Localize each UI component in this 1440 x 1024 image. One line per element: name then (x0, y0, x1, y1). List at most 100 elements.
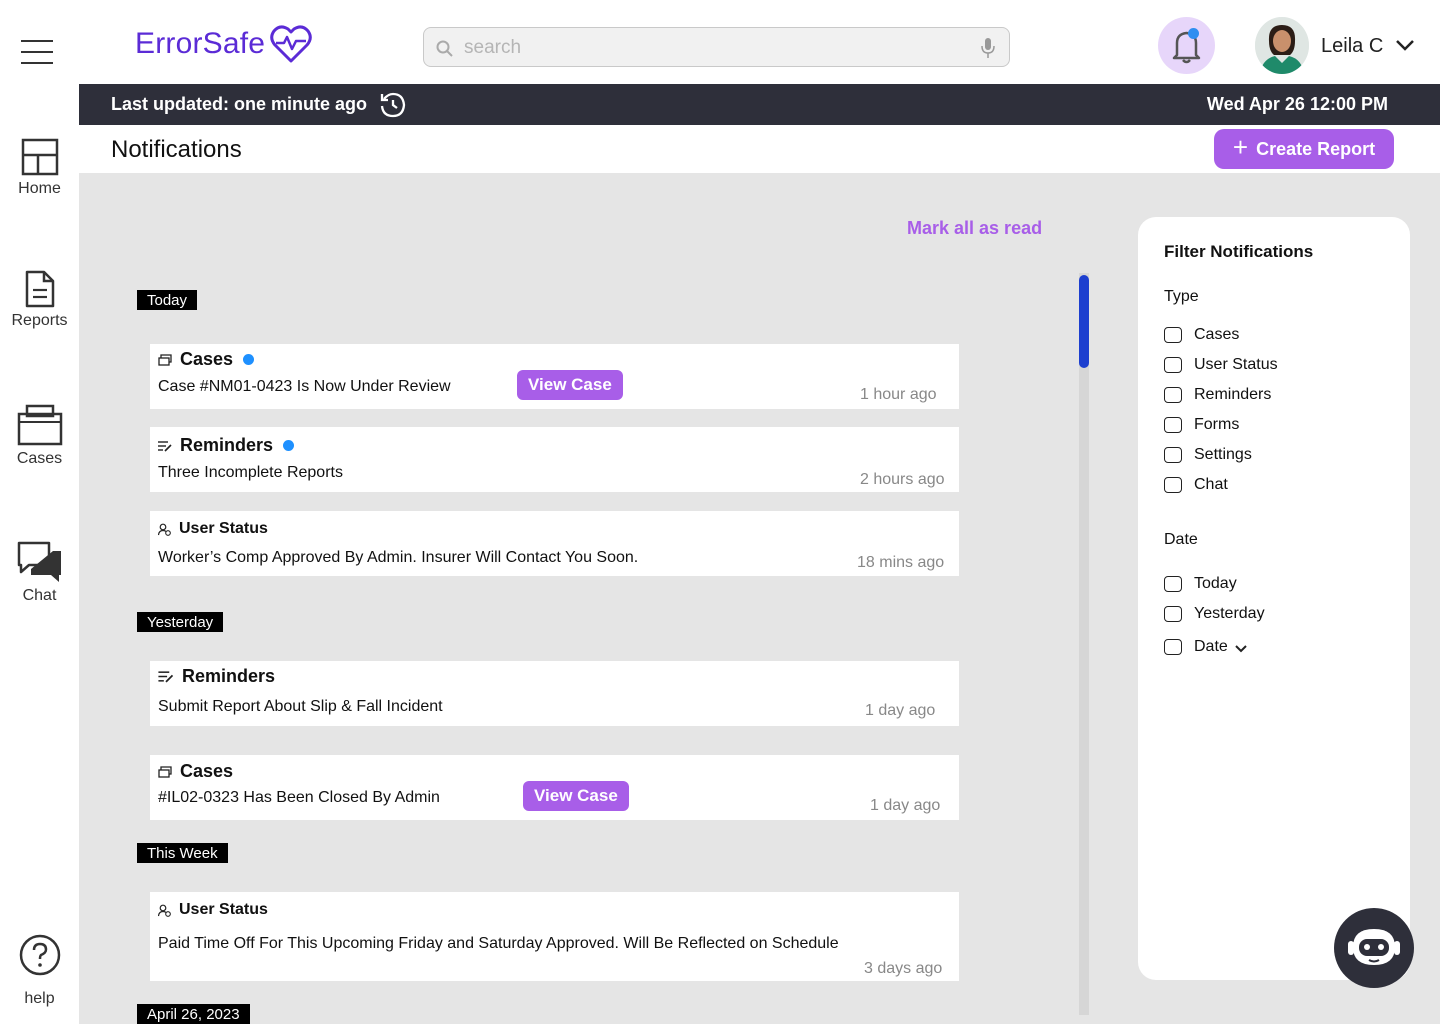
card-type: Reminders (182, 666, 276, 686)
card-type: Cases (180, 349, 234, 369)
checkbox[interactable] (1164, 387, 1182, 403)
chevron-down-icon[interactable] (1234, 644, 1248, 654)
rail-item-chat[interactable]: Chat (0, 541, 79, 605)
rail-label-home: Home (18, 180, 61, 197)
card-message: Case #NM01-0423 Is Now Under Review (158, 378, 451, 395)
section-label-yesterday: Yesterday (137, 612, 224, 632)
card-time: 1 day ago (865, 702, 936, 719)
unread-dot (283, 440, 295, 451)
filter-option-cases[interactable]: Cases (1164, 326, 1239, 344)
card-type: User Status (179, 520, 268, 537)
notification-card[interactable]: Cases #IL02-0323 Has Been Closed By Admi… (150, 755, 959, 820)
scrollbar-thumb[interactable] (1079, 275, 1089, 368)
user-name[interactable]: Leila C (1321, 35, 1383, 58)
checkbox[interactable] (1164, 357, 1182, 373)
card-message: Submit Report About Slip & Fall Incident (158, 698, 443, 715)
notification-card[interactable]: User Status Paid Time Off For This Upcom… (150, 892, 959, 981)
card-header: Reminders (158, 666, 275, 687)
card-message: Three Incomplete Reports (158, 464, 343, 481)
rail-item-cases[interactable]: Cases (0, 404, 79, 468)
rail-label-cases: Cases (16, 450, 63, 467)
rail-item-home[interactable]: Home (0, 138, 79, 198)
checkbox[interactable] (1164, 327, 1182, 343)
avatar[interactable] (1255, 17, 1309, 74)
notifications-button[interactable] (1158, 17, 1215, 74)
top-header: ErrorSafe Leila C (79, 0, 1440, 84)
filter-option-label: User Status (1194, 356, 1278, 373)
user-status-icon (158, 523, 171, 536)
card-type: Reminders (180, 435, 274, 455)
brand-logo[interactable]: ErrorSafe (135, 24, 313, 64)
notification-card[interactable]: Cases Case #NM01-0423 Is Now Under Revie… (150, 344, 959, 409)
rail-item-help[interactable]: help (0, 934, 79, 1008)
help-icon (19, 934, 60, 976)
scrollbar[interactable] (1079, 273, 1089, 1015)
filter-option-chat[interactable]: Chat (1164, 476, 1228, 494)
card-header: Cases (158, 349, 255, 370)
section-label-april: April 26, 2023 (137, 1004, 250, 1024)
last-updated-text: Last updated: one minute ago (111, 94, 368, 114)
card-message: Paid Time Off For This Upcoming Friday a… (158, 935, 839, 952)
card-header: User Status (158, 520, 268, 538)
user-status-icon (158, 904, 171, 917)
view-case-button[interactable]: View Case (523, 781, 629, 811)
filter-option-label: Settings (1194, 446, 1252, 463)
checkbox[interactable] (1164, 639, 1182, 655)
rail-label-help: help (24, 990, 55, 1007)
card-header: Reminders (158, 435, 295, 456)
card-header: User Status (158, 901, 268, 919)
filter-option-yesterday[interactable]: Yesterday (1164, 605, 1265, 623)
filter-option-settings[interactable]: Settings (1164, 446, 1252, 464)
filter-option-reminders[interactable]: Reminders (1164, 386, 1271, 404)
heart-pulse-icon (270, 25, 312, 63)
filter-option-label: Reminders (1194, 386, 1272, 403)
section-label-today: Today (137, 290, 198, 310)
reminder-icon (158, 671, 174, 683)
search-icon (436, 40, 453, 57)
rail-item-reports[interactable]: Reports (0, 270, 79, 330)
brand-name: ErrorSafe (135, 27, 266, 60)
card-type: Cases (180, 761, 234, 781)
filter-option-forms[interactable]: Forms (1164, 416, 1239, 434)
unread-indicator (1188, 28, 1199, 39)
home-layout-icon (21, 138, 58, 176)
card-message: Worker’s Comp Approved By Admin. Insurer… (158, 549, 639, 566)
rail-label-reports: Reports (11, 312, 68, 329)
mark-all-read-link[interactable]: Mark all as read (907, 218, 1042, 239)
card-time: 1 hour ago (860, 386, 937, 403)
checkbox[interactable] (1164, 447, 1182, 463)
notification-card[interactable]: Reminders Submit Report About Slip & Fal… (150, 661, 959, 726)
chevron-down-icon[interactable] (1395, 38, 1415, 52)
view-case-button[interactable]: View Case (517, 370, 623, 400)
chat-bubbles-icon (17, 541, 61, 582)
chatbot-button[interactable] (1334, 908, 1414, 988)
notification-card[interactable]: Reminders Three Incomplete Reports 2 hou… (150, 427, 959, 492)
filter-date-label: Date (1164, 531, 1198, 548)
filter-option-label: Chat (1194, 476, 1228, 493)
filter-option-today[interactable]: Today (1164, 575, 1237, 593)
filter-option-label: Date (1194, 638, 1228, 655)
notification-card[interactable]: User Status Worker’s Comp Approved By Ad… (150, 511, 959, 576)
checkbox[interactable] (1164, 417, 1182, 433)
microphone-icon[interactable] (981, 37, 995, 59)
unread-dot (243, 354, 255, 365)
checkbox[interactable] (1164, 606, 1182, 622)
filter-option-user-status[interactable]: User Status (1164, 356, 1278, 374)
title-bar: Notifications + Create Report (79, 125, 1440, 173)
card-time: 1 day ago (870, 797, 941, 814)
rail-label-chat: Chat (22, 587, 57, 604)
checkbox[interactable] (1164, 477, 1182, 493)
filter-option-label: Today (1194, 575, 1237, 592)
search-input[interactable] (464, 36, 964, 60)
cases-icon (158, 765, 172, 778)
menu-icon[interactable] (21, 40, 53, 66)
refresh-icon[interactable] (379, 91, 407, 119)
create-report-button[interactable]: + Create Report (1214, 129, 1394, 169)
card-message: #IL02-0323 Has Been Closed By Admin (158, 789, 440, 806)
reminder-icon (158, 440, 172, 452)
checkbox[interactable] (1164, 576, 1182, 592)
filter-option-date[interactable]: Date (1164, 638, 1248, 656)
card-time: 3 days ago (864, 960, 943, 977)
document-icon (25, 270, 54, 308)
left-rail: Home Reports Cases Chat help (0, 0, 79, 1024)
